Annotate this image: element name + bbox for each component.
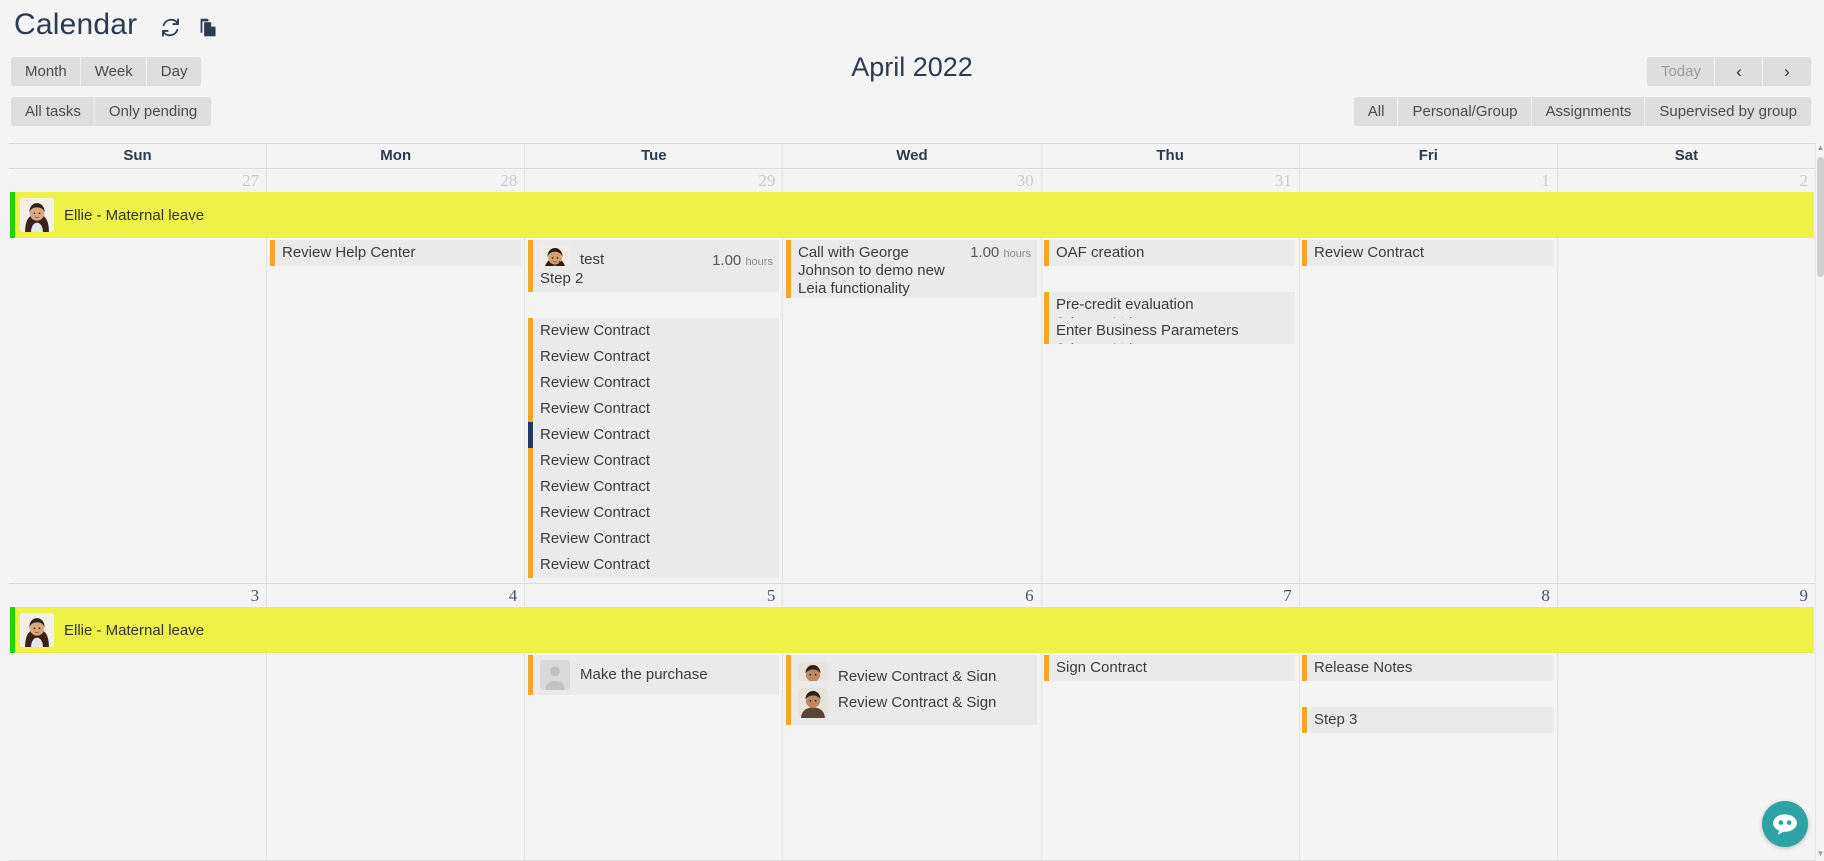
event-title: Review Contract [539,374,651,391]
scope-button-supervised-by-group[interactable]: Supervised by group [1645,97,1811,126]
filter-button-all-tasks[interactable]: All tasks [11,97,95,126]
view-button-month[interactable]: Month [11,57,81,86]
weekday-header-row: Sun Mon Tue Wed Thu Fri Sat [9,144,1815,169]
calendar-grid: Sun Mon Tue Wed Thu Fri Sat 27 28 29 30 31 1 2… [9,143,1815,861]
event-title: Call with George Johnson to demo new Lei… [798,244,945,297]
event-title: OAF creation [1055,244,1145,261]
event-title: Release Notes [1314,659,1413,676]
weekday-header-mon: Mon [267,144,526,168]
avatar [20,198,54,232]
scope-button-assignments[interactable]: Assignments [1531,97,1646,126]
event-title: Review Contract [539,426,651,443]
calendar-event[interactable]: Review Contract [527,500,779,526]
event-title: Review Contract & Sign [838,694,997,711]
calendar-event[interactable]: Review Contract [527,552,779,578]
weekday-header-wed: Wed [783,144,1042,168]
page-title: Calendar [14,8,138,41]
event-layer: Ellie - Maternal leave Review Help Center… [9,169,1815,583]
period-navigation: Today ‹ › [1646,57,1811,86]
calendar-week: 3 4 5 6 7 8 9 Ellie - Maternal leave Make the pu… [9,584,1815,861]
toolbar-primary: Month Week Day April 2022 Today ‹ › [0,50,1824,95]
calendar-scrollbar[interactable]: ▲ ▼ [1815,143,1824,861]
event-title: Review Contract [539,556,651,573]
banner-event-label: Ellie - Maternal leave [64,206,205,224]
calendar-event[interactable]: Release Notes [1302,655,1553,681]
calendar-event[interactable]: Review Contract [527,396,779,422]
scroll-up-arrow[interactable]: ▲ [1816,143,1824,155]
calendar-event[interactable]: OAF creation [1043,240,1295,266]
view-button-week[interactable]: Week [80,57,147,86]
scope-button-personal-group[interactable]: Personal/Group [1398,97,1532,126]
event-layer: Ellie - Maternal leave Make the purchase R… [9,584,1815,860]
weekday-header-sun: Sun [9,144,268,168]
calendar-weeks: 27 28 29 30 31 1 2 Ellie - Maternal leave Review… [9,169,1815,861]
event-title: Make the purchase [579,666,708,683]
copy-icon[interactable] [197,16,219,38]
event-title: Step 3 [1314,711,1358,728]
banner-event-label: Ellie - Maternal leave [64,621,205,639]
event-duration: 1.00 hours [970,244,1031,261]
refresh-icon[interactable] [159,16,181,38]
event-title: Review Help Center [281,244,416,261]
calendar-event[interactable]: Review Help Center [269,240,521,266]
avatar [798,688,828,718]
calendar-app: Calendar Month Week Day April 2022 Today… [0,0,1824,861]
event-title: Review Contract [539,478,651,495]
weekday-header-tue: Tue [525,144,784,168]
avatar [20,613,54,647]
calendar-event[interactable]: Call with George Johnson to demo new Lei… [786,240,1037,298]
today-button[interactable]: Today [1646,57,1715,86]
calendar-week: 27 28 29 30 31 1 2 Ellie - Maternal leave Review… [9,169,1815,584]
view-switch: Month Week Day [11,57,202,86]
calendar-event[interactable]: Review Contract [1302,240,1553,266]
weekday-header-sat: Sat [1674,147,1699,164]
previous-period-button[interactable]: ‹ [1715,57,1763,86]
calendar-event[interactable]: Review Contract [527,526,779,552]
event-title: Sign Contract [1055,659,1147,676]
event-title: Review Contract [539,530,651,547]
chat-support-icon[interactable] [1762,801,1808,847]
next-period-button[interactable]: › [1763,57,1811,86]
event-subtitle-link[interactable]: Johnson Ltd [1056,340,1289,344]
filter-button-only-pending[interactable]: Only pending [94,97,212,126]
avatar [539,660,570,690]
scope-button-all[interactable]: All [1353,97,1399,126]
calendar-event[interactable]: Sign Contract [1043,655,1295,681]
view-button-day[interactable]: Day [146,57,202,86]
scroll-down-arrow[interactable]: ▼ [1816,849,1824,861]
calendar-event[interactable]: Review Contract & Sign [786,681,1037,725]
weekday-header-thu: Thu [1042,144,1300,168]
calendar-event[interactable]: Review Contract [527,344,779,370]
event-title: Review Contract [1314,244,1425,261]
task-filter: All tasks Only pending [11,97,212,126]
all-day-banner-event[interactable]: Ellie - Maternal leave [10,192,1814,238]
calendar-event[interactable]: Step 2 [527,266,779,292]
calendar-event[interactable]: Step 3 [1302,707,1553,733]
calendar-event[interactable]: Review Contract [527,370,779,396]
event-title: Review Contract [539,348,651,365]
calendar-event[interactable]: Make the purchase [527,655,779,695]
calendar-event[interactable]: Enter Business ParametersJohnson Ltd [1043,318,1295,344]
calendar-event[interactable]: Review Contract [527,422,779,448]
scrollbar-thumb[interactable] [1817,157,1824,277]
event-title: Review Contract [539,504,651,521]
event-title: Review Contract [539,322,651,339]
calendar-event[interactable]: Pre-credit evaluationJohnson Ltd [1043,292,1295,318]
all-day-banner-event[interactable]: Ellie - Maternal leave [10,607,1814,653]
period-title: April 2022 [851,52,973,82]
calendar-event[interactable]: Review Contract [527,318,779,344]
app-header: Calendar [0,0,1824,50]
toolbar-secondary: All tasks Only pending All Personal/Grou… [0,95,1824,132]
event-title: Pre-credit evaluationJohnson Ltd [1056,296,1289,318]
scope-filter: All Personal/Group Assignments Supervise… [1353,97,1811,126]
event-title: Enter Business ParametersJohnson Ltd [1056,322,1289,344]
header-icon-group [159,16,219,38]
event-title: Step 2 [539,270,584,287]
weekday-header-fri: Fri [1300,144,1558,168]
calendar-event[interactable]: Review Contract [527,474,779,500]
calendar-event[interactable]: Review Contract [527,448,779,474]
event-title: Review Contract [539,400,651,417]
event-title: Review Contract [539,452,651,469]
